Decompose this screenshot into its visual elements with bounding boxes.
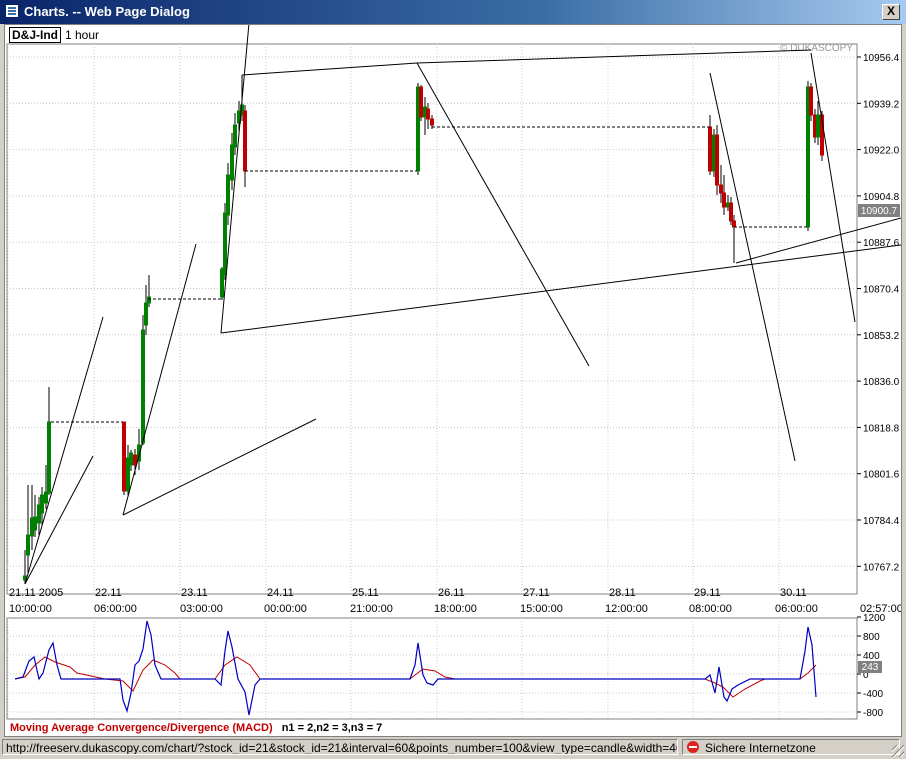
candle (141, 315, 145, 445)
price-chart-svg: © DUKASCOPY 10956.4 10939.2 10922.0 10904.8… (6, 25, 901, 734)
price-tick-label: 10767.2 (863, 562, 900, 573)
time-label: 12:00:00 (605, 603, 648, 615)
security-zone: Sichere Internetzone (682, 739, 900, 755)
macd-tick-label: 400 (863, 651, 880, 662)
price-tick-label: 10956.4 (863, 53, 900, 64)
status-bar: http://freeserv.dukascopy.com/chart/?sto… (0, 737, 906, 759)
date-label: 25.11 (352, 587, 379, 599)
macd-title: Moving Average Convergence/Divergence (M… (10, 722, 273, 734)
time-label: 10:00:00 (9, 603, 52, 615)
candle-body (809, 86, 813, 116)
time-label: 08:00:00 (689, 603, 732, 615)
candle-body (223, 212, 227, 276)
time-label: 21:00:00 (350, 603, 393, 615)
date-label: 27.11 (523, 587, 550, 599)
candle-body (708, 126, 712, 172)
status-url: http://freeserv.dukascopy.com/chart/?sto… (2, 739, 678, 755)
date-label: 30.11 (780, 587, 807, 599)
candle-body (133, 454, 137, 466)
price-tick-label: 10922.0 (863, 146, 900, 157)
candle-body (419, 86, 423, 118)
title-bar: Charts. -- Web Page Dialog X (0, 0, 906, 24)
macd-tick-label: 800 (863, 632, 880, 643)
macd-params: n1 = 2,n2 = 3,n3 = 7 (282, 722, 383, 734)
time-label: 00:00:00 (264, 603, 307, 615)
candle-body (141, 329, 145, 444)
candle-body (230, 144, 234, 181)
resize-grip-icon[interactable] (892, 745, 904, 757)
price-tick-label: 10870.4 (863, 285, 900, 296)
security-zone-icon (687, 741, 699, 753)
candle-body (47, 421, 51, 494)
price-axis: 10956.410939.210922.010904.810887.610870… (857, 53, 900, 573)
price-tick-label: 10904.8 (863, 192, 900, 203)
candle-body (147, 296, 151, 304)
date-label: 23.11 (181, 587, 208, 599)
time-label: 06:00:00 (775, 603, 818, 615)
candle-body (732, 220, 736, 228)
macd-legend: Moving Average Convergence/Divergence (M… (10, 722, 382, 734)
window-app-icon (5, 4, 19, 18)
macd-tick-label: -400 (863, 689, 883, 700)
time-label: 15:00:00 (520, 603, 563, 615)
candle-body (719, 184, 723, 194)
candle (809, 83, 813, 121)
candle-body (33, 516, 37, 531)
candle-body (729, 202, 733, 222)
candle-body (243, 110, 247, 172)
price-tick-label: 10836.0 (863, 377, 900, 388)
candle-body (430, 118, 434, 126)
current-price-label: 10900.7 (861, 206, 898, 217)
macd-tick-label: 1200 (863, 613, 886, 624)
chart-area: D&J-Ind 1 hour © DUKASCOPY 10956.4 10939.2… (4, 24, 902, 737)
candle-body (715, 134, 719, 186)
price-tick-label: 10801.6 (863, 470, 900, 481)
candle-body (129, 452, 133, 466)
candle-body (226, 174, 230, 216)
candle-body (122, 421, 126, 492)
price-tick-label: 10853.2 (863, 331, 900, 342)
candle-body (144, 302, 148, 326)
candle (419, 85, 423, 121)
candle-body (426, 108, 430, 120)
date-label: 26.11 (438, 587, 465, 599)
candle-body (722, 192, 726, 208)
candle-body (40, 494, 44, 514)
candle-body (233, 124, 237, 148)
macd-current-label: 243 (862, 662, 879, 673)
window-title: Charts. -- Web Page Dialog (24, 4, 190, 19)
price-tick-label: 10818.8 (863, 423, 900, 434)
close-button[interactable]: X (882, 4, 900, 20)
date-label: 24.11 (267, 587, 294, 599)
time-label: 06:00:00 (94, 603, 137, 615)
price-tick-label: 10784.4 (863, 516, 900, 527)
date-label: 22.11 (95, 587, 122, 599)
candle (715, 125, 719, 195)
date-label: 28.11 (609, 587, 636, 599)
candle-body (26, 534, 30, 556)
candle-body (44, 491, 48, 504)
macd-tick-label: -800 (863, 708, 883, 719)
security-zone-label: Sichere Internetzone (705, 741, 816, 755)
time-label: 18:00:00 (434, 603, 477, 615)
date-label: 29.11 (694, 587, 721, 599)
candle (122, 421, 126, 495)
dukascopy-watermark: © DUKASCOPY (780, 43, 853, 54)
candle-body (816, 114, 820, 138)
time-label: 03:00:00 (180, 603, 223, 615)
date-label: 21.11 2005 (9, 587, 63, 599)
price-tick-label: 10939.2 (863, 99, 900, 110)
